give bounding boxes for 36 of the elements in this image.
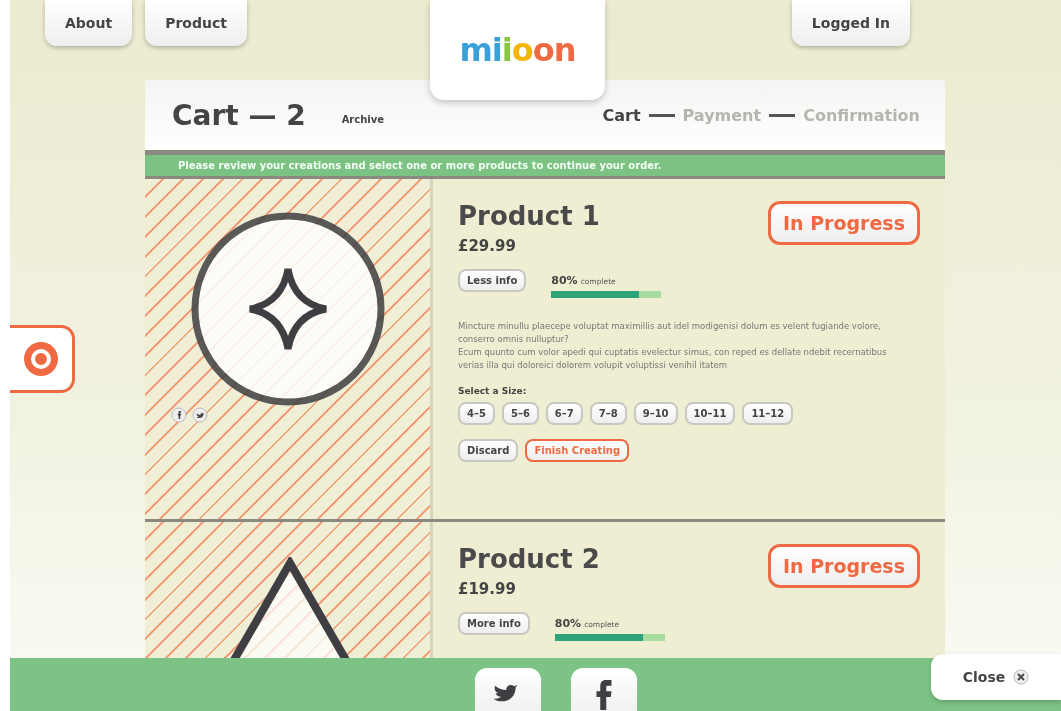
close-button[interactable]: Close	[931, 654, 1061, 700]
size-option[interactable]: 11–12	[742, 402, 794, 425]
side-tab[interactable]	[10, 325, 75, 393]
info-button[interactable]: Less info	[458, 269, 527, 292]
discard-button[interactable]: Discard	[458, 439, 519, 462]
product-price: £29.99	[458, 237, 517, 255]
size-option[interactable]: 5–6	[501, 402, 539, 425]
bird-icon[interactable]	[192, 407, 208, 423]
facebook-icon[interactable]	[171, 407, 187, 423]
size-option[interactable]: 9–10	[633, 402, 678, 425]
info-button[interactable]: More info	[458, 612, 530, 635]
cart-title: Cart — 2	[172, 98, 306, 132]
checkout-step: Payment	[682, 105, 762, 125]
bird-button[interactable]	[474, 668, 541, 711]
nav-tab[interactable]: About	[45, 0, 133, 46]
product-name: Product 2	[458, 544, 600, 574]
nav-tab[interactable]: Product	[145, 0, 247, 46]
progress-percent: 80%	[551, 274, 578, 287]
archive-link[interactable]: Archive	[341, 113, 385, 125]
size-label: Select a Size:	[458, 386, 528, 396]
progress-percent: 80%	[554, 617, 582, 630]
checkout-step: Confirmation	[803, 105, 920, 125]
size-option[interactable]: 10–11	[684, 402, 736, 425]
checkout-step: Cart	[602, 105, 641, 125]
size-option[interactable]: 4–5	[458, 402, 495, 425]
product-description: Mincture minullu plaecepe voluptat maximillis aut idel modigenisi dolum es velent fugiande volore, conserro omnis nulluptur? Ecum quunto cum volor apedi qui cuptatis evelectur simus, con reped es dellate ndebit recernatibus verias illa qui doloreici dolorem volupit voluptissi venihil itatem	[458, 320, 888, 372]
close-icon	[1013, 669, 1030, 685]
product-name: Product 1	[458, 201, 600, 231]
facebook-button[interactable]	[570, 668, 637, 711]
disc-icon	[23, 341, 59, 377]
size-option[interactable]: 6–7	[545, 402, 583, 425]
facebook-icon	[595, 679, 612, 710]
notice-bar: Please review your creations and select one or more products to continue your order.	[145, 155, 945, 179]
size-option[interactable]: 7–8	[589, 402, 627, 425]
account-tab[interactable]: Logged In	[791, 0, 910, 46]
product-price: £19.99	[458, 580, 517, 598]
